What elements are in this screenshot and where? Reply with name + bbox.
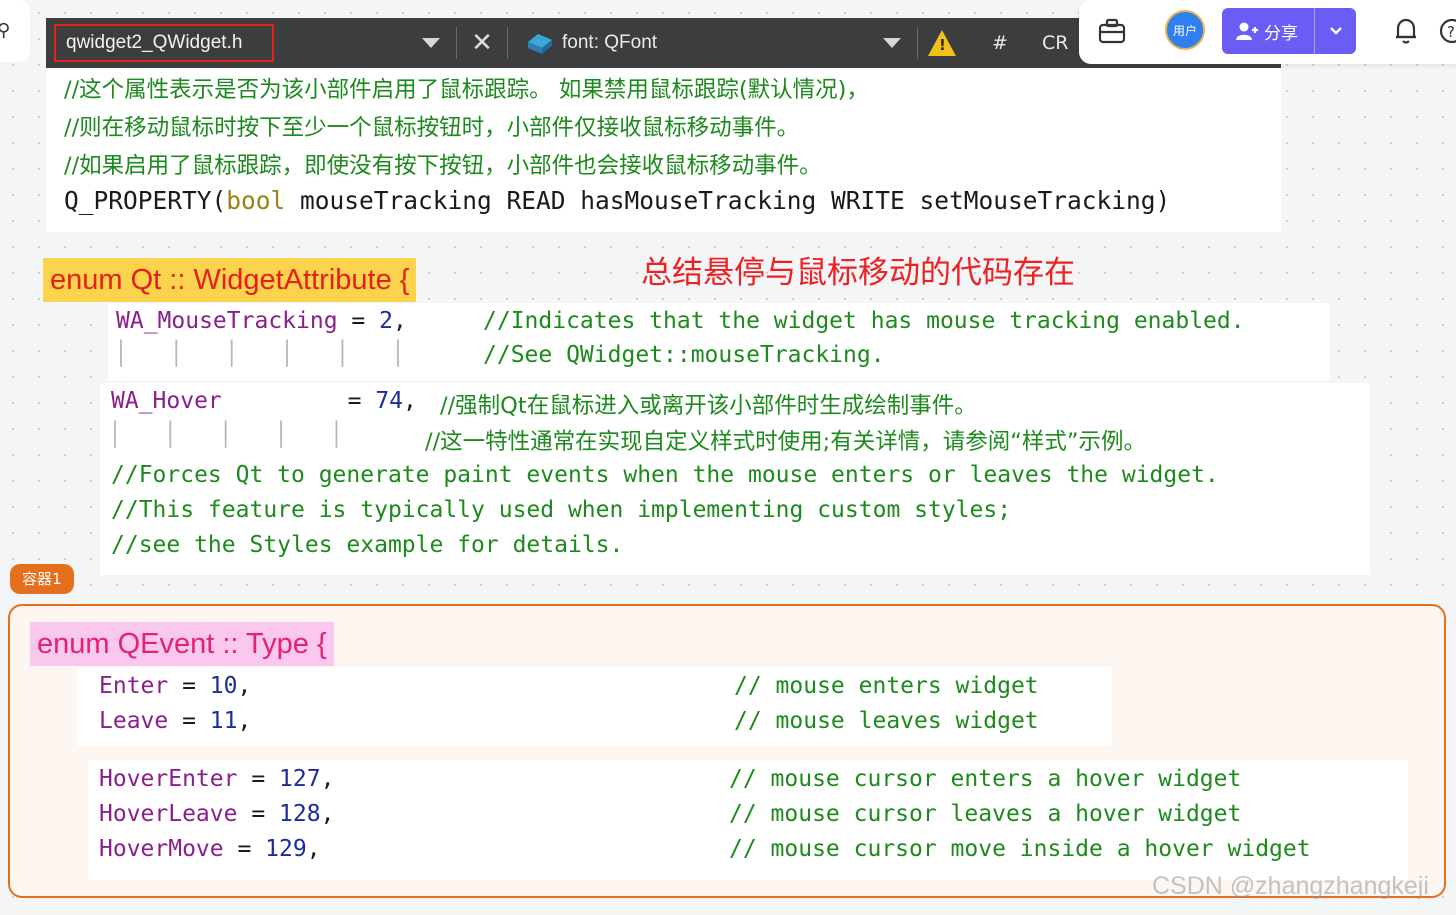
wa-hover-comment-en-3: //see the Styles example for details. bbox=[111, 532, 624, 558]
hover-move-value: 129 bbox=[265, 836, 307, 862]
indent-guides: │ │ │ │ │ bbox=[108, 422, 344, 448]
toolbar-divider bbox=[507, 27, 508, 59]
property-comment-3: //如果启用了鼠标跟踪，即使没有按下按钮，小部件也会接收鼠标移动事件。 bbox=[64, 153, 822, 179]
assign-operator: = bbox=[333, 388, 376, 414]
container-tag[interactable]: 容器1 bbox=[10, 564, 74, 594]
assign-operator: = bbox=[223, 836, 266, 862]
wa-mouse-tracking-comment-1: //Indicates that the widget has mouse tr… bbox=[483, 308, 1245, 334]
enter-line: Enter = 10, bbox=[99, 673, 251, 699]
symbol-dropdown-chevron-icon[interactable] bbox=[883, 38, 902, 48]
hover-events-code-block: HoverEnter = 127, // mouse cursor enters… bbox=[88, 760, 1408, 880]
hover-leave-line: HoverLeave = 128, bbox=[99, 801, 334, 827]
wa-hover-value: 74 bbox=[375, 388, 404, 414]
comma: , bbox=[320, 801, 335, 827]
leave-name: Leave bbox=[99, 708, 169, 734]
close-icon[interactable]: ✕ bbox=[457, 28, 507, 58]
file-dropdown-chevron-icon[interactable] bbox=[422, 38, 440, 48]
class-symbol-icon bbox=[528, 34, 552, 54]
symbol-label: font: QFont bbox=[562, 32, 658, 53]
wa-hover-comment-en-1: //Forces Qt to generate paint events whe… bbox=[111, 462, 1219, 488]
wa-hover-comment-cn-1: //强制Qt在鼠标进入或离开该小部件时生成绘制事件。 bbox=[440, 393, 977, 419]
enter-comment: // mouse enters widget bbox=[734, 673, 1039, 699]
comma: , bbox=[306, 836, 321, 862]
assign-operator: = bbox=[337, 308, 380, 334]
q-property-rest: mouseTracking READ hasMouseTracking WRIT… bbox=[285, 186, 1171, 215]
comma: , bbox=[320, 766, 335, 792]
assign-operator: = bbox=[168, 708, 210, 734]
comma: , bbox=[237, 673, 252, 699]
warning-icon[interactable]: ! bbox=[928, 30, 957, 56]
watermark: CSDN @zhangzhangkeji bbox=[1152, 872, 1429, 900]
symbol-selector[interactable]: font: QFont bbox=[524, 30, 657, 56]
enter-leave-code-block: Enter = 10, // mouse enters widget Leave… bbox=[77, 667, 1112, 746]
share-chevron-down-icon[interactable] bbox=[1329, 26, 1343, 36]
leave-line: Leave = 11, bbox=[99, 708, 251, 734]
hover-enter-line: HoverEnter = 127, bbox=[99, 766, 334, 792]
file-name: qwidget2_QWidget.h bbox=[66, 32, 243, 53]
wa-mouse-tracking-line: WA_MouseTracking = 2, bbox=[116, 308, 407, 334]
leave-value: 11 bbox=[209, 708, 238, 734]
hover-enter-name: HoverEnter bbox=[99, 766, 238, 792]
enter-name: Enter bbox=[99, 673, 169, 699]
comma: , bbox=[392, 308, 407, 334]
wa-hover-name: WA_Hover bbox=[111, 388, 222, 414]
wa-mouse-tracking-name: WA_MouseTracking bbox=[116, 308, 338, 334]
hover-code-block: WA_Hover = 74, //强制Qt在鼠标进入或离开该小部件时生成绘制事件… bbox=[100, 383, 1370, 575]
wa-mouse-tracking-comment-2: //See QWidget::mouseTracking. bbox=[483, 342, 885, 368]
summary-note: 总结悬停与鼠标移动的代码存在 bbox=[641, 255, 1075, 291]
q-property-macro: Q_PROPERTY( bbox=[64, 186, 227, 215]
hover-move-name: HoverMove bbox=[99, 836, 224, 862]
wa-hover-line: WA_Hover = 74, bbox=[111, 388, 417, 414]
enter-value: 10 bbox=[209, 673, 238, 699]
mouse-tracking-code-block: WA_MouseTracking = 2, //Indicates that t… bbox=[108, 303, 1330, 381]
hover-enter-comment: // mouse cursor enters a hover widget bbox=[729, 766, 1242, 792]
hover-move-comment: // mouse cursor move inside a hover widg… bbox=[729, 836, 1311, 862]
search-icon[interactable]: ⚲ bbox=[0, 20, 10, 41]
user-avatar[interactable]: 用户 bbox=[1165, 10, 1205, 50]
property-code-block: //这个属性表示是否为该小部件启用了鼠标跟踪。 如果禁用鼠标跟踪(默认情况)， … bbox=[46, 68, 1281, 232]
property-comment-1: //这个属性表示是否为该小部件启用了鼠标跟踪。 如果禁用鼠标跟踪(默认情况)， bbox=[64, 77, 869, 103]
share-button[interactable]: 分享 bbox=[1222, 8, 1356, 54]
widget-attribute-enum-title: enum Qt :: WidgetAttribute { bbox=[43, 258, 417, 302]
share-label: 分享 bbox=[1264, 23, 1298, 44]
qevent-type-enum-title: enum QEvent :: Type { bbox=[30, 622, 334, 666]
cr-label: CR bbox=[1041, 32, 1069, 54]
toolbox-icon[interactable] bbox=[1098, 18, 1126, 44]
wa-hover-comment-cn-2: //这一特性通常在实现自定义样式时使用;有关详情，请参阅“样式”示例。 bbox=[425, 429, 1147, 455]
assign-operator: = bbox=[168, 673, 210, 699]
wa-mouse-tracking-value: 2 bbox=[379, 308, 393, 334]
share-divider bbox=[1314, 8, 1315, 54]
hover-leave-comment: // mouse cursor leaves a hover widget bbox=[729, 801, 1242, 827]
assign-operator: = bbox=[237, 801, 280, 827]
avatar-label: 用户 bbox=[1172, 23, 1197, 38]
file-selector[interactable]: qwidget2_QWidget.h bbox=[54, 24, 274, 62]
hash-button[interactable]: # bbox=[992, 32, 1008, 54]
svg-text:?: ? bbox=[1447, 23, 1455, 41]
add-user-icon bbox=[1236, 22, 1258, 40]
hover-leave-value: 128 bbox=[279, 801, 321, 827]
help-icon[interactable]: ? bbox=[1438, 17, 1456, 45]
indent-guides: │ │ │ │ │ │ bbox=[114, 341, 405, 367]
comma: , bbox=[403, 388, 417, 414]
bell-icon[interactable] bbox=[1394, 17, 1418, 45]
property-comment-2: //则在移动鼠标时按下至少一个鼠标按钮时，小部件仅接收鼠标移动事件。 bbox=[64, 115, 800, 141]
q-property-type: bool bbox=[226, 186, 286, 215]
left-panel-stub: ⚲ bbox=[0, 0, 30, 62]
comma: , bbox=[237, 708, 252, 734]
leave-comment: // mouse leaves widget bbox=[734, 708, 1039, 734]
hover-leave-name: HoverLeave bbox=[99, 801, 238, 827]
hover-move-line: HoverMove = 129, bbox=[99, 836, 321, 862]
assign-operator: = bbox=[237, 766, 280, 792]
q-property-line: Q_PROPERTY(bool mouseTracking READ hasMo… bbox=[64, 186, 1170, 215]
hover-enter-value: 127 bbox=[279, 766, 321, 792]
toolbar-divider bbox=[917, 27, 919, 59]
wa-hover-comment-en-2: //This feature is typically used when im… bbox=[111, 497, 1012, 523]
